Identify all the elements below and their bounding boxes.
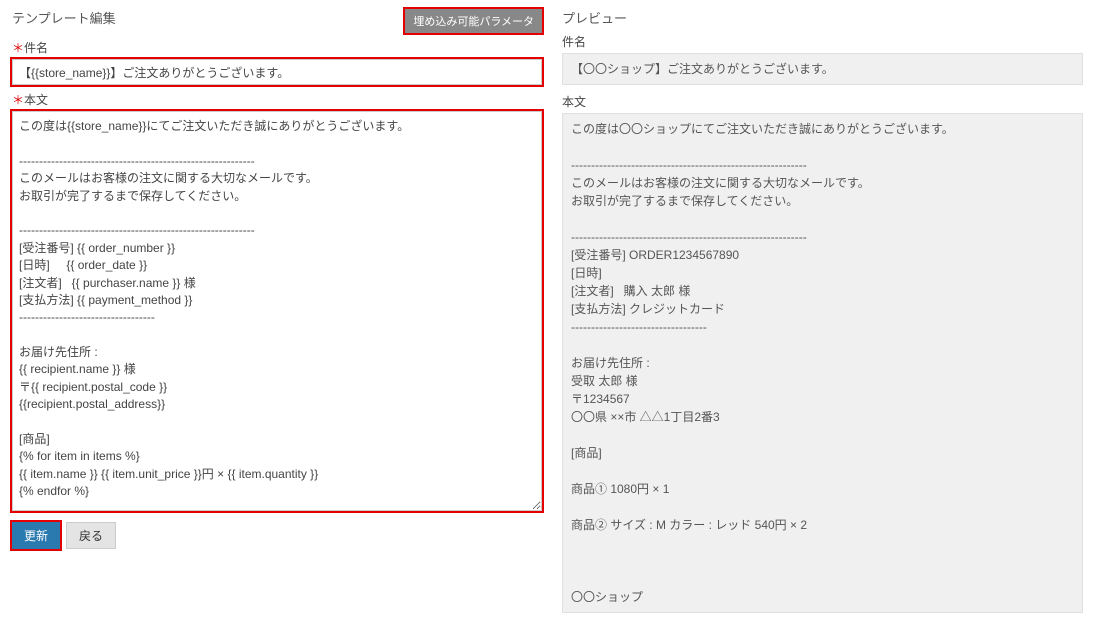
preview-body-value: この度は〇〇ショップにてご注文いただき誠にありがとうございます。 -------… xyxy=(562,113,1083,613)
back-button[interactable]: 戻る xyxy=(66,522,116,549)
embed-params-button[interactable]: 埋め込み可能パラメータ xyxy=(405,9,542,33)
body-label: 本文 xyxy=(12,91,542,108)
edit-title: テンプレート編集 xyxy=(12,8,116,27)
preview-body-label: 本文 xyxy=(562,93,1083,110)
subject-label: 件名 xyxy=(12,39,542,56)
body-textarea[interactable] xyxy=(12,111,542,511)
preview-panel: プレビュー 件名 【〇〇ショップ】ご注文ありがとうございます。 本文 この度は〇… xyxy=(562,8,1083,621)
template-edit-panel: テンプレート編集 埋め込み可能パラメータ 件名 本文 更新 戻る xyxy=(12,8,542,621)
preview-subject-value: 【〇〇ショップ】ご注文ありがとうございます。 xyxy=(562,53,1083,85)
preview-title: プレビュー xyxy=(562,8,1083,27)
subject-input[interactable] xyxy=(12,59,542,85)
preview-subject-label: 件名 xyxy=(562,33,1083,50)
update-button[interactable]: 更新 xyxy=(12,522,60,549)
